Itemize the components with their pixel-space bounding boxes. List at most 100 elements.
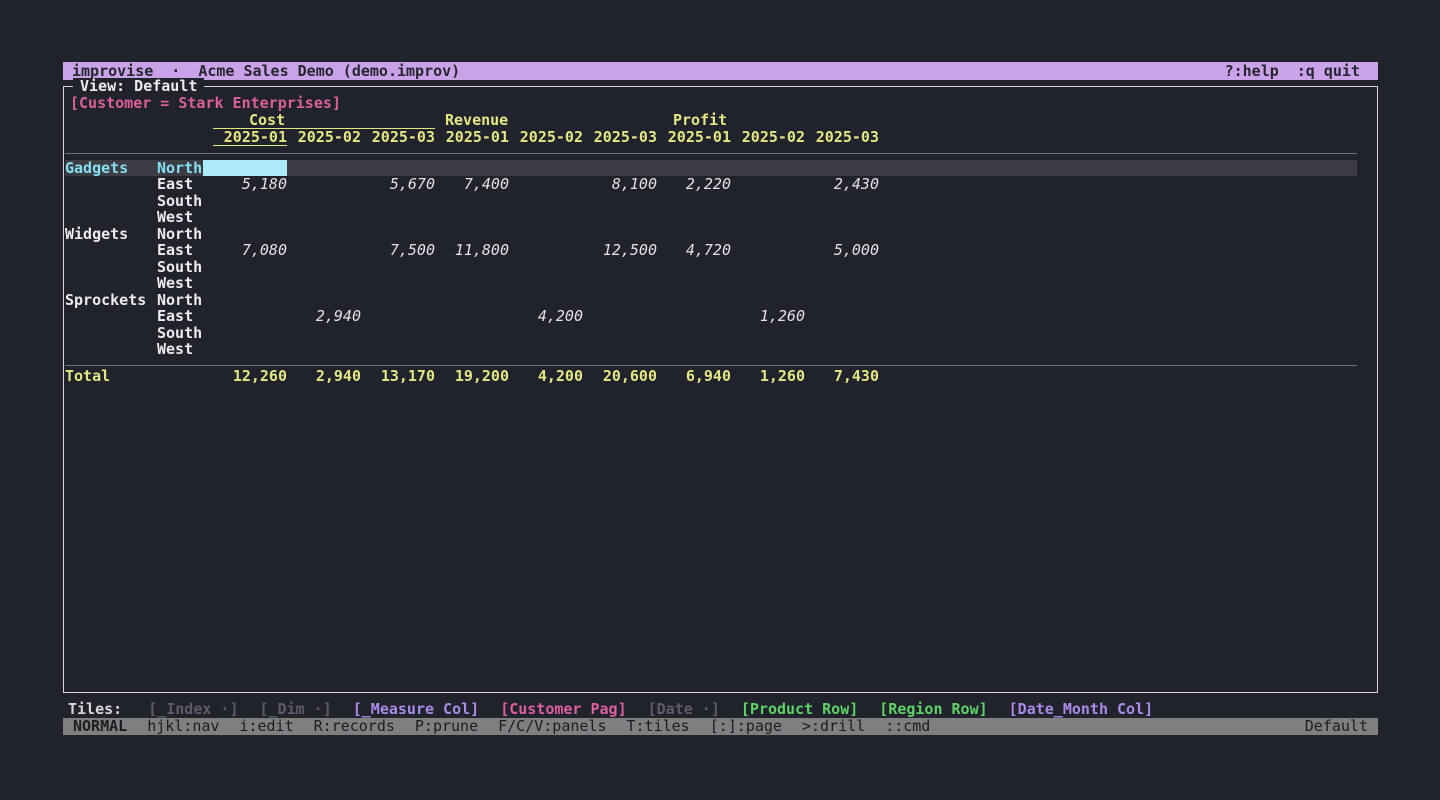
value-cell[interactable]	[731, 275, 805, 292]
tile-index[interactable]: [_Index ·]	[148, 701, 238, 717]
value-cell[interactable]	[361, 193, 435, 210]
value-cell[interactable]	[287, 275, 361, 292]
value-cell[interactable]	[435, 275, 509, 292]
value-cell[interactable]	[657, 292, 731, 309]
value-cell[interactable]	[731, 292, 805, 309]
value-cell[interactable]: 8,100	[583, 176, 657, 193]
tile-date[interactable]: [Date ·]	[648, 701, 720, 717]
value-cell[interactable]	[435, 226, 509, 243]
value-cell[interactable]	[287, 193, 361, 210]
value-cell[interactable]	[509, 341, 583, 358]
value-cell[interactable]	[657, 308, 731, 325]
value-cell[interactable]	[731, 193, 805, 210]
measure-group-profit[interactable]: Profit	[657, 112, 879, 129]
value-cell[interactable]	[361, 209, 435, 226]
page-filter-chip[interactable]: [Customer = Stark Enterprises]	[70, 95, 1377, 112]
value-cell[interactable]	[287, 226, 361, 243]
value-cell[interactable]	[805, 325, 879, 342]
value-cell[interactable]	[805, 226, 879, 243]
tile-measure[interactable]: [_Measure Col]	[353, 701, 479, 717]
value-cell[interactable]: 1,260	[731, 308, 805, 325]
value-cell[interactable]	[583, 308, 657, 325]
value-cell[interactable]	[657, 209, 731, 226]
value-cell[interactable]	[287, 176, 361, 193]
value-cell[interactable]	[361, 308, 435, 325]
value-cell[interactable]	[435, 308, 509, 325]
column-header[interactable]: 2025-03	[583, 129, 657, 146]
measure-group-revenue[interactable]: Revenue	[435, 112, 657, 129]
value-cell[interactable]	[287, 209, 361, 226]
value-cell[interactable]	[805, 160, 879, 177]
value-cell[interactable]	[287, 160, 361, 177]
value-cell[interactable]: 4,200	[509, 308, 583, 325]
quit-hint[interactable]: :q quit	[1297, 62, 1360, 80]
value-cell[interactable]	[657, 259, 731, 276]
value-cell[interactable]	[361, 259, 435, 276]
column-header[interactable]: 2025-01	[213, 129, 287, 146]
value-cell[interactable]	[509, 259, 583, 276]
column-header[interactable]: 2025-02	[509, 129, 583, 146]
column-header[interactable]: 2025-02	[731, 129, 805, 146]
value-cell[interactable]	[583, 259, 657, 276]
value-cell[interactable]	[731, 226, 805, 243]
value-cell[interactable]: 2,940	[287, 308, 361, 325]
value-cell[interactable]	[657, 160, 731, 177]
value-cell[interactable]	[657, 325, 731, 342]
value-cell[interactable]	[287, 242, 361, 259]
value-cell[interactable]	[287, 259, 361, 276]
value-cell[interactable]	[583, 193, 657, 210]
value-cell[interactable]	[731, 242, 805, 259]
column-header[interactable]: 2025-02	[287, 129, 361, 146]
column-header[interactable]: 2025-03	[361, 129, 435, 146]
value-cell[interactable]: 7,500	[361, 242, 435, 259]
value-cell[interactable]	[509, 275, 583, 292]
column-header[interactable]: 2025-01	[657, 129, 731, 146]
value-cell[interactable]: 7,400	[435, 176, 509, 193]
value-cell[interactable]	[287, 325, 361, 342]
value-cell[interactable]	[583, 292, 657, 309]
value-cell[interactable]	[287, 292, 361, 309]
value-cell[interactable]	[509, 193, 583, 210]
value-cell[interactable]	[657, 275, 731, 292]
value-cell[interactable]	[435, 209, 509, 226]
value-cell[interactable]	[361, 275, 435, 292]
column-header[interactable]: 2025-01	[435, 129, 509, 146]
value-cell[interactable]	[435, 193, 509, 210]
value-cell[interactable]: 2,430	[805, 176, 879, 193]
value-cell[interactable]	[805, 275, 879, 292]
value-cell[interactable]	[213, 325, 287, 342]
value-cell[interactable]	[361, 292, 435, 309]
help-hint[interactable]: ?:help	[1225, 62, 1279, 80]
selected-cell-cursor[interactable]	[213, 160, 287, 177]
value-cell[interactable]	[361, 325, 435, 342]
value-cell[interactable]	[805, 209, 879, 226]
value-cell[interactable]: 11,800	[435, 242, 509, 259]
value-cell[interactable]	[213, 226, 287, 243]
value-cell[interactable]	[583, 209, 657, 226]
value-cell[interactable]	[805, 292, 879, 309]
value-cell[interactable]	[435, 292, 509, 309]
value-cell[interactable]	[509, 209, 583, 226]
value-cell[interactable]	[731, 341, 805, 358]
value-cell[interactable]	[213, 275, 287, 292]
value-cell[interactable]: 5,180	[213, 176, 287, 193]
value-cell[interactable]: 12,500	[583, 242, 657, 259]
value-cell[interactable]	[731, 259, 805, 276]
value-cell[interactable]	[213, 292, 287, 309]
value-cell[interactable]	[435, 259, 509, 276]
value-cell[interactable]	[435, 160, 509, 177]
value-cell[interactable]	[657, 193, 731, 210]
tile-customer[interactable]: [Customer Pag]	[500, 701, 626, 717]
tile-dim[interactable]: [_Dim ·]	[260, 701, 332, 717]
value-cell[interactable]	[435, 325, 509, 342]
value-cell[interactable]	[213, 308, 287, 325]
value-cell[interactable]: 2,220	[657, 176, 731, 193]
value-cell[interactable]	[731, 160, 805, 177]
value-cell[interactable]	[213, 341, 287, 358]
tile-product[interactable]: [Product Row]	[741, 701, 858, 717]
value-cell[interactable]: 7,080	[213, 242, 287, 259]
value-cell[interactable]	[509, 160, 583, 177]
value-cell[interactable]: 5,000	[805, 242, 879, 259]
value-cell[interactable]	[657, 226, 731, 243]
measure-group-cost[interactable]: Cost	[213, 112, 435, 129]
